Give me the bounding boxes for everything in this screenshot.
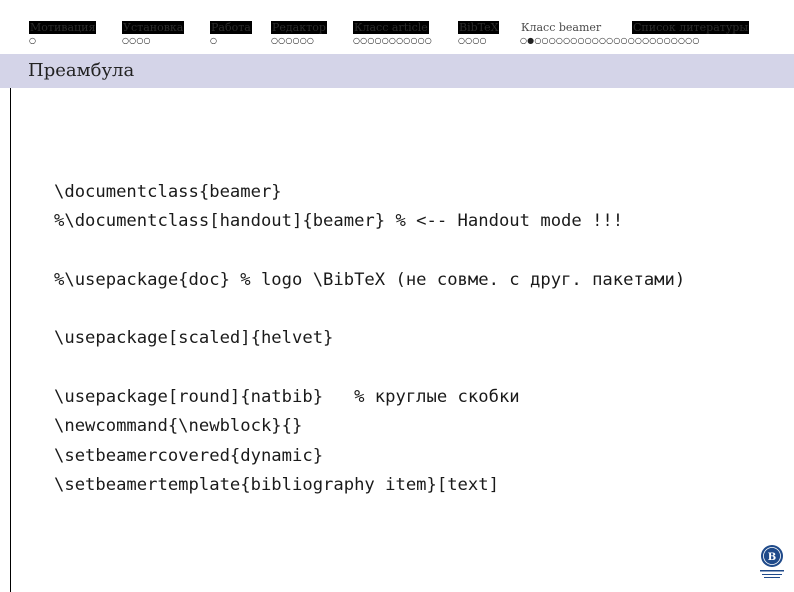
nav-section-motivation[interactable]: Мотивация ○ xyxy=(29,16,97,46)
code-line: %\documentclass[handout]{beamer} % <-- H… xyxy=(54,211,624,232)
svg-text:В: В xyxy=(768,552,776,563)
nav-section-work[interactable]: Работа ○ xyxy=(210,16,252,46)
code-line: \usepackage[round]{natbib} % круглые ско… xyxy=(54,387,520,408)
code-line: \setbeamertemplate{bibliography item}[te… xyxy=(54,474,499,495)
nav-section-label[interactable]: Установка xyxy=(122,21,185,34)
code-line: \usepackage[scaled]{helvet} xyxy=(54,328,334,349)
nav-section-slide-dots[interactable]: ○ xyxy=(29,36,96,46)
nav-section-label[interactable]: Класс article xyxy=(353,21,429,34)
nav-section-slide-dots[interactable]: ○○○○ xyxy=(458,36,499,46)
nav-section-slide-dots[interactable]: ○ xyxy=(210,36,252,46)
nav-section-label[interactable]: Работа xyxy=(210,21,252,34)
nav-section-slide-dots[interactable]: ○○○○ xyxy=(122,36,184,46)
hse-university-logo-icon: В xyxy=(758,543,786,581)
frame-title-bar: Преамбула xyxy=(0,54,794,88)
nav-section-bibliography[interactable]: Список литературы xyxy=(632,16,750,46)
nav-section-article[interactable]: Класс article ○○○○○○○○○○○ xyxy=(353,16,432,46)
code-line: \newcommand{\newblock}{} xyxy=(54,416,303,437)
nav-section-bibtex[interactable]: BibTeX ○○○○ xyxy=(458,16,500,46)
nav-section-install[interactable]: Установка ○○○○ xyxy=(122,16,185,46)
nav-section-label[interactable]: Класс beamer xyxy=(520,21,602,34)
code-line: %\usepackage{doc} % logo \BibTeX (не сов… xyxy=(54,269,686,290)
nav-section-label[interactable]: Редактор xyxy=(271,21,327,34)
nav-section-label[interactable]: Список литературы xyxy=(632,21,750,34)
code-line: \setbeamercovered{dynamic} xyxy=(54,445,324,466)
nav-section-label[interactable]: BibTeX xyxy=(458,21,500,34)
beamer-slide: Мотивация ○ Установка ○○○○ Работа ○ Реда… xyxy=(0,0,794,592)
nav-section-slide-dots[interactable]: ○○○○○○○○○○○ xyxy=(353,36,432,46)
latex-code-block: \documentclass{beamer} %\documentclass[ha… xyxy=(54,178,794,508)
code-line: \documentclass{beamer} xyxy=(54,182,282,202)
nav-section-label[interactable]: Мотивация xyxy=(29,21,97,34)
nav-section-editor[interactable]: Редактор ○○○○○○ xyxy=(271,16,327,46)
nav-section-slide-dots[interactable]: ○○○○○○ xyxy=(271,36,327,46)
section-navigation-bar: Мотивация ○ Установка ○○○○ Работа ○ Реда… xyxy=(0,0,794,54)
left-border-line xyxy=(10,88,11,592)
frame-title: Преамбула xyxy=(28,60,135,81)
